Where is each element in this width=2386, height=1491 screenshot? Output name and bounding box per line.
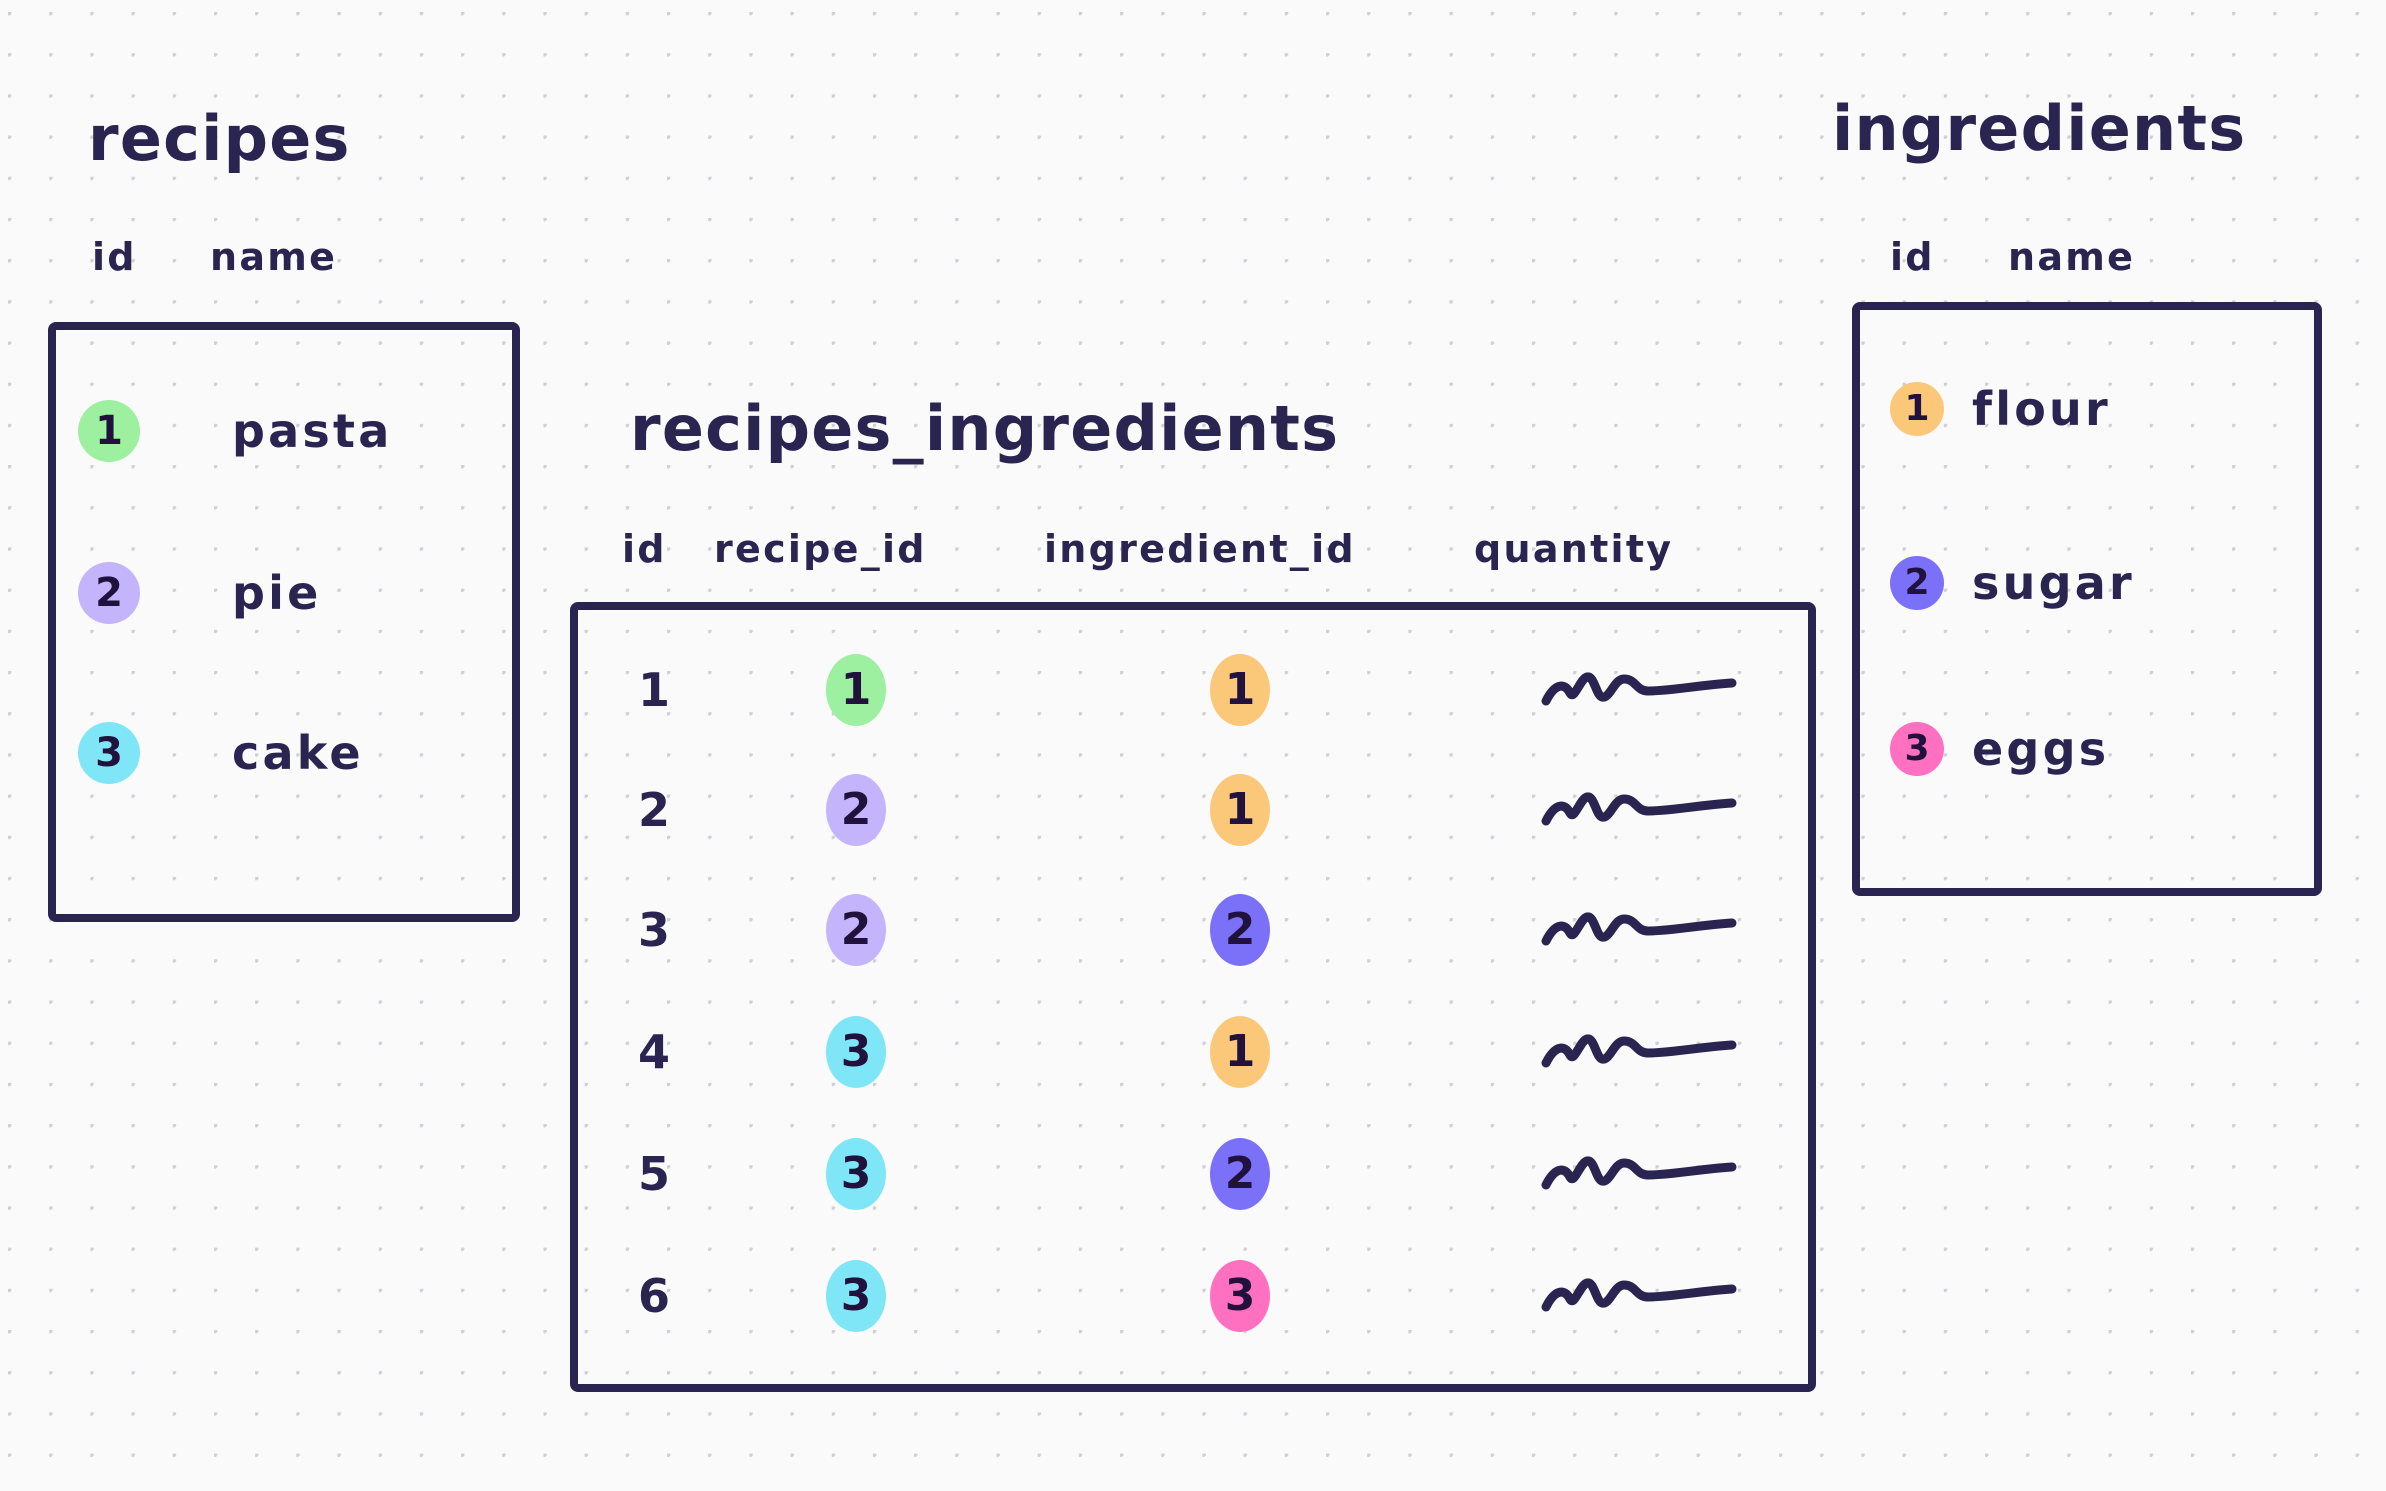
- table-row[interactable]: 4 3 1: [638, 1012, 1830, 1092]
- table-row[interactable]: 6 3 3: [638, 1256, 1830, 1336]
- ingredients-column-headers: id name: [1890, 238, 2135, 276]
- ri-ingredient-id-badge: 2: [1210, 894, 1270, 966]
- recipes-ingredients-column-headers: id recipe_id ingredient_id quantity: [622, 530, 1673, 568]
- quantity-scribble-icon: [1541, 1156, 1737, 1190]
- recipes-name-cell: pie: [232, 566, 322, 620]
- ri-header-recipe-id: recipe_id: [714, 527, 927, 571]
- table-row[interactable]: 5 3 2: [638, 1134, 1830, 1214]
- ingredients-table-title: ingredients: [1832, 92, 2247, 165]
- recipes-column-headers: id name: [92, 238, 337, 276]
- ingredients-id-badge: 3: [1890, 722, 1944, 776]
- quantity-scribble-icon: [1541, 792, 1737, 826]
- ri-header-id: id: [622, 527, 667, 571]
- table-row[interactable]: 3 cake: [78, 722, 364, 784]
- ingredients-id-badge: 1: [1890, 382, 1944, 436]
- ri-id-cell: 2: [638, 783, 671, 837]
- table-row[interactable]: 3 eggs: [1890, 722, 2109, 776]
- table-row[interactable]: 3 2 2: [638, 890, 1830, 970]
- ri-ingredient-id-badge: 2: [1210, 1138, 1270, 1210]
- table-row[interactable]: 2 pie: [78, 562, 322, 624]
- ingredients-header-name: name: [2008, 235, 2136, 279]
- ri-recipe-id-badge: 3: [826, 1016, 886, 1088]
- ri-id-cell: 5: [638, 1147, 671, 1201]
- table-row[interactable]: 1 1 1: [638, 650, 1830, 730]
- table-row[interactable]: 1 flour: [1890, 382, 2111, 436]
- ingredients-name-cell: flour: [1972, 382, 2111, 436]
- recipes-id-badge: 3: [78, 722, 140, 784]
- ri-recipe-id-badge: 3: [826, 1138, 886, 1210]
- quantity-scribble-icon: [1541, 912, 1737, 946]
- ri-recipe-id-badge: 2: [826, 894, 886, 966]
- recipes-id-badge: 1: [78, 400, 140, 462]
- recipes-name-cell: pasta: [232, 404, 393, 458]
- ri-recipe-id-badge: 1: [826, 654, 886, 726]
- recipes-name-cell: cake: [232, 726, 364, 780]
- ri-ingredient-id-badge: 1: [1210, 774, 1270, 846]
- ri-id-cell: 6: [638, 1269, 671, 1323]
- table-row[interactable]: 2 2 1: [638, 770, 1830, 850]
- ri-recipe-id-badge: 2: [826, 774, 886, 846]
- ri-id-cell: 1: [638, 663, 671, 717]
- quantity-scribble-icon: [1541, 1278, 1737, 1312]
- ri-ingredient-id-badge: 1: [1210, 1016, 1270, 1088]
- ingredients-id-badge: 2: [1890, 556, 1944, 610]
- recipes-table-title: recipes: [88, 102, 351, 175]
- ri-id-cell: 3: [638, 903, 671, 957]
- table-row[interactable]: 2 sugar: [1890, 556, 2135, 610]
- ingredients-name-cell: sugar: [1972, 556, 2135, 610]
- ri-recipe-id-badge: 3: [826, 1260, 886, 1332]
- ingredients-name-cell: eggs: [1972, 722, 2110, 776]
- quantity-scribble-icon: [1541, 672, 1737, 706]
- ri-ingredient-id-badge: 3: [1210, 1260, 1270, 1332]
- recipes-header-name: name: [210, 235, 338, 279]
- ri-ingredient-id-badge: 1: [1210, 654, 1270, 726]
- quantity-scribble-icon: [1541, 1034, 1737, 1068]
- recipes-header-id: id: [92, 235, 137, 279]
- recipes-id-badge: 2: [78, 562, 140, 624]
- ri-header-ingredient-id: ingredient_id: [1044, 527, 1356, 571]
- ingredients-header-id: id: [1890, 235, 1935, 279]
- recipes-ingredients-table-title: recipes_ingredients: [630, 392, 1340, 465]
- ri-header-quantity: quantity: [1474, 527, 1674, 571]
- ri-id-cell: 4: [638, 1025, 671, 1079]
- table-row[interactable]: 1 pasta: [78, 400, 392, 462]
